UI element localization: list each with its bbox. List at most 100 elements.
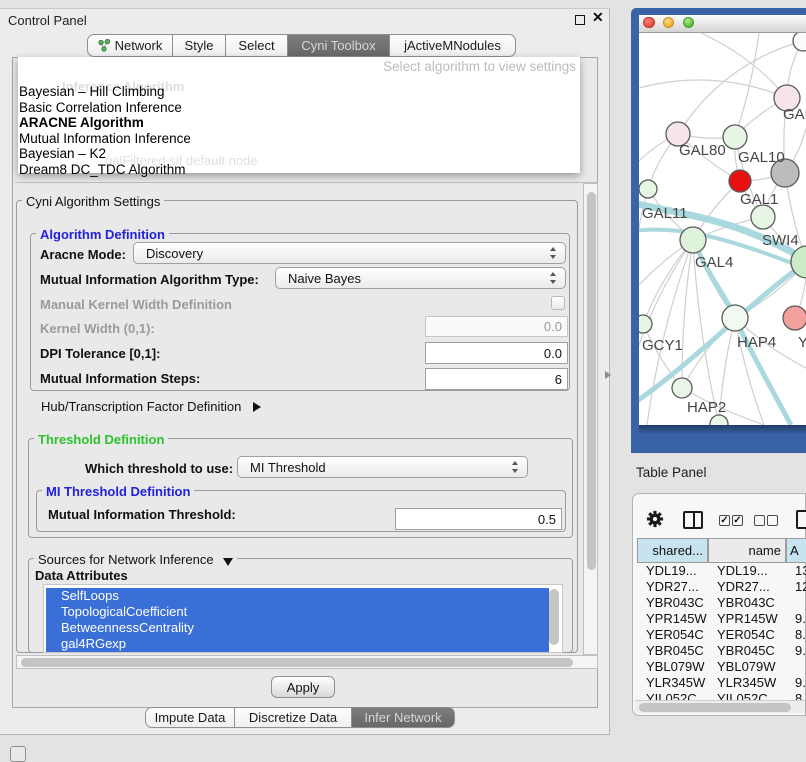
table-row[interactable]: YLR345WYLR345W9. [638,675,806,691]
node-gal4[interactable] [680,227,706,253]
vertical-scrollbar-thumb[interactable] [587,192,596,570]
table-cell: YER054C [709,627,787,643]
table-row[interactable]: YPR145WYPR145W9. [638,611,806,627]
tab-cyni-toolbox[interactable]: Cyni Toolbox [287,34,390,57]
table-row[interactable]: YBL079WYBL079W [638,659,806,675]
node-label: Y [798,334,806,351]
algorithm-option[interactable]: Bayesian – Hill Climbing [19,84,579,100]
close-icon[interactable]: ✕ [592,9,604,26]
attribute-list-item[interactable]: SelfLoops [46,588,549,604]
node-top-partial[interactable] [793,33,806,51]
mi-threshold-label: Mutual Information Threshold: [48,507,236,522]
node-gcy1[interactable] [639,315,652,333]
deselect-all-columns-icon2[interactable] [767,515,778,526]
group-title: Algorithm Definition [36,227,169,242]
combo-arrows-icon [512,461,519,473]
select-all-columns-icon[interactable]: ✓ [719,515,730,526]
node-label: GAL10 [738,149,785,166]
table-row[interactable]: YER054CYER054C8. [638,627,806,643]
mi-steps-field[interactable]: 6 [425,368,568,390]
attribute-list-item[interactable]: gal4RGexp [46,636,549,652]
list-scrollbar[interactable] [549,589,559,645]
tab-label: Network [115,38,163,53]
tab-label: Cyni Toolbox [301,38,375,53]
group-title: Threshold Definition [34,432,168,447]
tab-discretize-data[interactable]: Discretize Data [234,707,352,728]
mi-type-select[interactable]: Naive Bayes [275,267,566,289]
table-cell: YPR145W [709,611,787,627]
horizontal-scrollbar-thumb[interactable] [21,658,573,667]
manual-kernel-checkbox[interactable] [551,296,565,310]
node-label: SWI4 [762,232,799,249]
table-cell: YBR045C [638,643,709,659]
data-attributes-list[interactable]: SelfLoopsTopologicalCoefficientBetweenne… [43,584,563,653]
node-bottom[interactable] [710,415,728,425]
tab-select[interactable]: Select [225,34,288,57]
sources-title: Sources for Network Inference [38,552,214,567]
aracne-mode-select[interactable]: Discovery [133,242,566,264]
network-edge [639,80,787,98]
algorithm-option[interactable]: Bayesian – K2 [19,146,579,162]
table-horizontal-scrollbar[interactable] [635,700,805,713]
float-window-icon[interactable] [575,15,585,25]
expand-right-icon [253,402,261,412]
attribute-list-item[interactable]: BetweennessCentrality [46,620,549,636]
kernel-width-field[interactable]: 0.0 [425,316,568,337]
show-columns-icon[interactable] [683,511,703,529]
gear-icon[interactable] [646,510,664,528]
tab-network[interactable]: Network [87,34,173,57]
node-salmon[interactable] [783,306,806,330]
algorithm-option[interactable]: Mutual Information Inference [19,131,579,147]
tab-jactivemnodules[interactable]: jActiveMNodules [389,34,516,57]
apply-button[interactable]: Apply [271,676,335,698]
node-hap2[interactable] [672,378,692,398]
network-edge [643,324,682,388]
dropdown-prompt: Select algorithm to view settings [383,59,576,74]
table-row[interactable]: YDR27...YDR27...12 [638,579,806,595]
minimized-panel-button[interactable] [10,746,26,762]
table-cell: YDL19... [709,563,787,579]
network-icon [98,39,111,52]
network-canvas[interactable]: GALGAL80GAL10GAL1GAL11SWI4GAL4HAP4YGCY1H… [639,33,806,425]
tab-label: Impute Data [155,710,226,725]
dpi-tolerance-field[interactable]: 0.0 [425,342,568,364]
table-cell: YDL19... [638,563,709,579]
tab-style[interactable]: Style [172,34,226,57]
select-all-columns-icon2[interactable]: ✓ [732,515,743,526]
node-gal11[interactable] [639,180,657,198]
horizontal-scrollbar[interactable] [16,655,598,669]
attribute-list-item[interactable]: TopologicalCoefficient [46,604,549,620]
deselect-all-columns-icon[interactable] [754,515,765,526]
table-row[interactable]: YBR045CYBR045C9. [638,643,806,659]
algorithm-option[interactable]: Basic Correlation Inference [19,100,579,116]
table-column-header[interactable]: name [708,538,786,563]
minimize-traffic-light-icon[interactable] [663,17,675,29]
node-red[interactable] [729,170,751,192]
algorithm-option[interactable]: Dream8 DC_TDC Algorithm [19,162,579,178]
node-hap4[interactable] [722,305,748,331]
network-window-titlebar[interactable] [639,15,806,33]
which-threshold-select[interactable]: MI Threshold [237,456,528,478]
zoom-traffic-light-icon[interactable] [683,17,695,29]
table-column-header[interactable]: shared... [637,538,708,563]
algorithm-option[interactable]: ARACNE Algorithm [19,115,579,131]
vertical-scrollbar[interactable] [583,183,598,655]
table-row[interactable]: YBR043CYBR043C [638,595,806,611]
close-traffic-light-icon[interactable] [643,17,655,29]
table-column-header[interactable]: A [786,538,806,563]
mi-threshold-field[interactable]: 0.5 [395,508,562,530]
table-cell: 8. [787,627,806,643]
sources-toggle[interactable]: Sources for Network Inference [34,552,237,567]
table-row[interactable]: YDL19...YDL19...13 [638,563,806,579]
panel-divider-collapse-icon[interactable] [605,371,611,379]
node-gal1[interactable] [751,205,775,229]
expand-down-icon [223,558,233,566]
node-gal10[interactable] [723,125,747,149]
tab-infer-network[interactable]: Infer Network [351,707,455,728]
hub-definition-toggle[interactable]: Hub/Transcription Factor Definition [41,399,261,414]
table-horizontal-scrollbar-thumb[interactable] [639,703,791,712]
table-cell [787,595,806,611]
tab-label: Select [238,38,274,53]
export-table-icon[interactable] [796,510,806,529]
tab-impute-data[interactable]: Impute Data [145,707,235,728]
